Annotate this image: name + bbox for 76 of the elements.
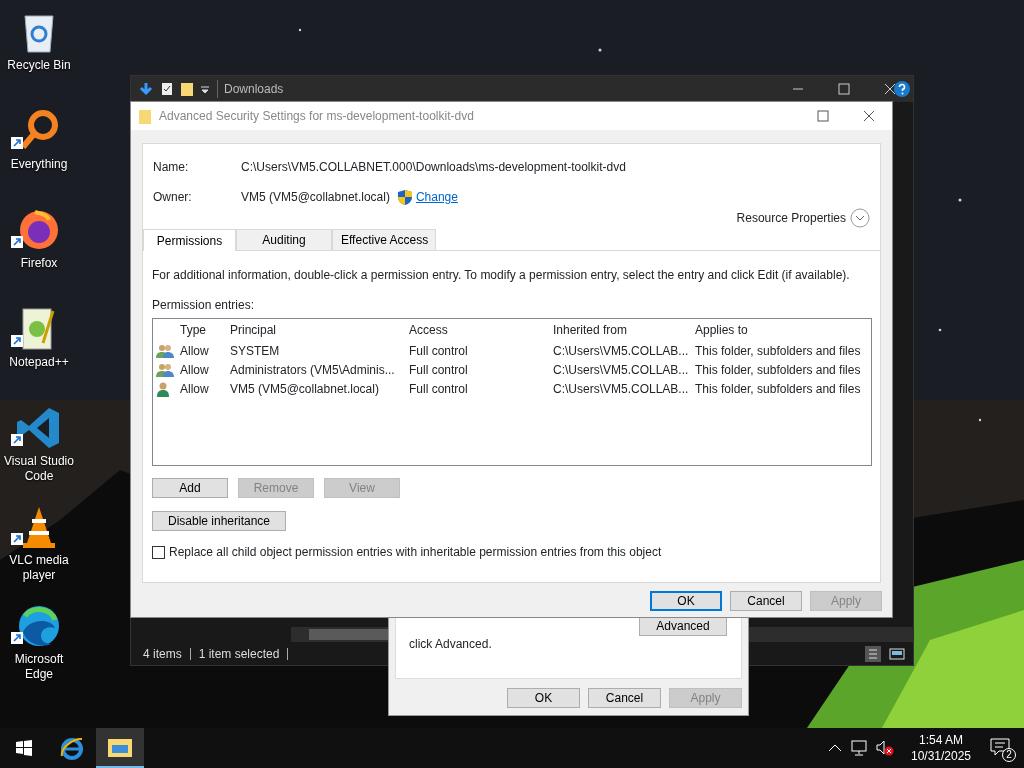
table-cell: This folder, subfolders and files — [695, 381, 861, 396]
field-label: Owner: — [153, 189, 193, 206]
checkbox-label[interactable]: Replace all child object permission entries with inheritable permission entries from this object — [169, 543, 662, 561]
table-cell: C:\Users\VM5.COLLAB... — [553, 362, 689, 377]
desktop-icon-label[interactable]: Everything — [10, 157, 68, 172]
info-text: For additional information, double-click a permission entry. To modify a permission entry, select the entry and click Edit (if available). — [152, 267, 851, 284]
details-view-icon[interactable] — [865, 646, 881, 662]
table-cell: VM5 (VM5@collabnet.local) — [230, 381, 379, 396]
expand-chevron-icon[interactable] — [850, 208, 870, 228]
status-text: 4 items — [143, 648, 191, 660]
help-icon[interactable] — [894, 81, 910, 97]
tab[interactable]: Auditing — [236, 229, 332, 250]
dropdown-icon[interactable] — [201, 84, 209, 94]
field-label: Name: — [153, 159, 190, 176]
desktop-icon-label[interactable]: VLC media player — [0, 553, 78, 583]
section-label: Permission entries: — [152, 297, 256, 314]
desktop-icon-label[interactable]: Notepad++ — [9, 355, 69, 370]
browser-icon — [60, 736, 84, 760]
entry-button[interactable]: Add — [152, 478, 228, 498]
table-cell: SYSTEM — [230, 343, 280, 358]
table-cell: C:\Users\VM5.COLLAB... — [553, 381, 689, 396]
tiles-view-icon[interactable] — [889, 646, 905, 662]
advanced-button[interactable]: Advanced — [639, 616, 727, 636]
column-header[interactable]: Inherited from — [553, 323, 628, 337]
dialog-button[interactable]: OK — [650, 591, 722, 611]
download-arrow-icon[interactable] — [139, 82, 153, 96]
column-header[interactable]: Principal — [230, 323, 277, 337]
field-value: VM5 (VM5@collabnet.local) — [241, 189, 390, 206]
desktop-icon-label[interactable]: Visual Studio Code — [0, 454, 78, 484]
table-cell: Full control — [409, 381, 468, 396]
dialog-button[interactable]: Cancel — [730, 591, 802, 611]
table-cell: Full control — [409, 343, 468, 358]
windows-logo-icon — [16, 740, 32, 756]
folder-icon — [108, 737, 132, 757]
checkbox[interactable] — [152, 545, 165, 559]
dialog-button[interactable]: OK — [507, 688, 580, 708]
tab[interactable]: Permissions — [143, 229, 236, 251]
table-cell: Allow — [180, 343, 209, 358]
status-text: 1 item selected — [190, 648, 289, 660]
change-link[interactable]: Change — [415, 188, 458, 206]
desktop-icon-label[interactable]: Microsoft Edge — [0, 652, 78, 682]
table-cell: Allow — [180, 381, 209, 396]
user-icon — [156, 381, 170, 398]
instruction-text: click Advanced. — [409, 636, 492, 653]
permission-table[interactable] — [152, 318, 872, 466]
column-header[interactable]: Applies to — [695, 323, 748, 337]
tab[interactable]: Effective Access — [332, 229, 436, 250]
resource-properties-label: Resource Properties — [736, 210, 846, 227]
clock-date[interactable]: 10/31/2025 — [902, 748, 980, 764]
user-group-icon — [156, 362, 174, 379]
folder-icon[interactable] — [181, 82, 193, 96]
chevron-up-icon[interactable] — [828, 743, 842, 753]
clock-time[interactable]: 1:54 AM — [902, 732, 980, 748]
table-cell: Administrators (VM5\Adminis... — [230, 362, 395, 377]
disable-inheritance-button[interactable]: Disable inheritance — [152, 511, 286, 531]
table-cell: This folder, subfolders and files — [695, 362, 861, 377]
table-cell: C:\Users\VM5.COLLAB... — [553, 343, 689, 358]
desktop-icon-label[interactable]: Recycle Bin — [7, 58, 71, 73]
field-value: C:\Users\VM5.COLLABNET.000\Downloads\ms-development-toolkit-dvd — [241, 159, 626, 176]
window-title: Downloads — [217, 80, 284, 98]
shield-icon — [397, 189, 412, 205]
desktop-icon-label[interactable]: Firefox — [20, 256, 58, 271]
dialog-button[interactable]: Cancel — [588, 688, 661, 708]
checklist-icon[interactable] — [161, 82, 173, 96]
table-cell: This folder, subfolders and files — [695, 343, 861, 358]
speaker-muted-icon[interactable] — [876, 740, 894, 756]
table-cell: Full control — [409, 362, 468, 377]
folder-taskbar-button[interactable] — [96, 728, 144, 768]
folder-icon — [139, 108, 151, 124]
table-cell: Allow — [180, 362, 209, 377]
network-icon[interactable] — [850, 740, 868, 756]
column-header[interactable]: Access — [409, 323, 448, 337]
user-group-icon — [156, 343, 174, 360]
notification-button[interactable]: 2 — [988, 734, 1016, 762]
column-header[interactable]: Type — [180, 323, 206, 337]
dialog-title: Advanced Security Settings for ms-development-toolkit-dvd — [159, 108, 474, 125]
